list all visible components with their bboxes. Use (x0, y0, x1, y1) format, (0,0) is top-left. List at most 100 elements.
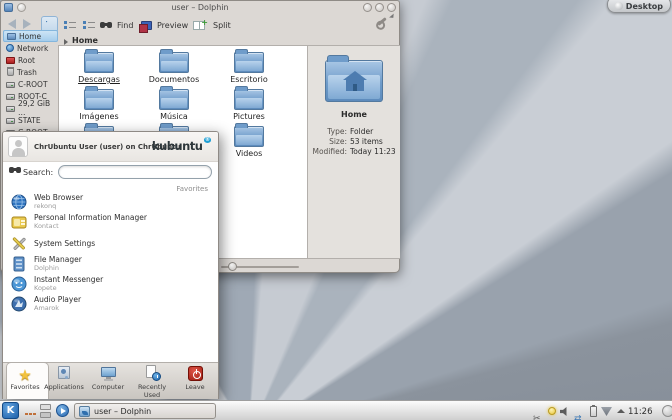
tab-computer[interactable]: Computer (86, 365, 130, 391)
folder-item[interactable]: Música (138, 85, 210, 121)
search-input[interactable] (58, 165, 212, 179)
search-label: Search: (23, 168, 53, 177)
place-trash[interactable]: Trash (3, 66, 58, 78)
root-folder-icon (6, 57, 15, 64)
menu-item-audio-player[interactable]: Audio Player Amarok (3, 295, 218, 315)
folder-item[interactable]: Videos (213, 122, 285, 158)
folder-label: Videos (213, 149, 285, 158)
task-label: user – Dolphin (94, 407, 151, 416)
klipper-scissors-icon[interactable]: ✂ (533, 406, 544, 417)
wifi-icon[interactable] (601, 406, 612, 417)
zoom-slider-knob[interactable] (228, 262, 237, 271)
favorites-section-label: Favorites (176, 185, 208, 193)
desktop-toolbox-button[interactable]: Desktop (607, 0, 671, 13)
clock[interactable]: 11:26 (628, 407, 653, 417)
menu-item-subtitle: Kontact (34, 222, 59, 230)
folder-label: Música (138, 112, 210, 121)
drive-icon (6, 82, 15, 88)
house-icon (343, 71, 367, 91)
desktop-pager[interactable] (40, 404, 51, 418)
info-label: Size: (308, 137, 350, 146)
pager-desktop-1[interactable] (40, 404, 51, 410)
folder-item[interactable]: Pictures (213, 85, 285, 121)
icons-view-icon (46, 21, 49, 24)
folder-icon (159, 52, 189, 73)
pager-desktop-2[interactable] (40, 412, 51, 418)
places-panel: Home Network Root Trash C-ROOT ROOT-C 29… (3, 30, 58, 138)
network-icon (6, 44, 14, 52)
kubuntu-logo-text: kubuntu (152, 139, 203, 153)
tab-leave[interactable]: Leave (173, 365, 217, 391)
home-big-folder-icon (325, 60, 383, 102)
tab-applications[interactable]: Applications (42, 365, 86, 391)
titlebar[interactable]: user – Dolphin (1, 1, 399, 14)
breadcrumb[interactable]: Home (72, 36, 98, 45)
info-row-modified: Modified: Today 11:23 (308, 147, 400, 156)
network-transfer-icon[interactable]: ⇄ (574, 406, 585, 417)
info-value: Folder (350, 127, 373, 136)
preview-button[interactable]: Preview (157, 21, 188, 30)
folder-label: Descargas (63, 75, 135, 84)
panel-cashew-icon[interactable] (662, 405, 672, 417)
tray-expand-caret-icon[interactable] (615, 406, 626, 417)
split-icon[interactable] (193, 21, 205, 30)
forward-icon[interactable] (23, 19, 31, 29)
place-c-root[interactable]: C-ROOT (3, 78, 58, 90)
menu-item-system-settings[interactable]: System Settings (3, 235, 218, 255)
folder-label: Escritorio (213, 75, 285, 84)
place-label: Network (17, 44, 48, 53)
drive-icon (6, 106, 15, 112)
tab-favorites[interactable]: ★ Favorites (3, 365, 47, 391)
menu-item-pim[interactable]: Personal Information Manager Kontact (3, 213, 218, 233)
place-home[interactable]: Home (3, 30, 58, 42)
compact-view-button[interactable] (79, 16, 96, 33)
details-view-icon (64, 21, 67, 24)
close-button[interactable] (387, 3, 396, 12)
volume-speaker-icon[interactable] (560, 406, 571, 417)
folder-item[interactable]: Escritorio (213, 48, 285, 84)
maximize-button[interactable] (375, 3, 384, 12)
menu-item-file-manager[interactable]: File Manager Dolphin (3, 255, 218, 275)
find-button[interactable]: Find (117, 21, 133, 30)
folder-icon (234, 126, 264, 147)
back-icon[interactable] (8, 19, 16, 29)
find-icon[interactable] (100, 22, 105, 28)
tab-recently-used[interactable]: Recently Used (130, 365, 174, 399)
folder-item[interactable]: Documentos (138, 48, 210, 84)
folder-label: Documentos (138, 75, 210, 84)
battery-icon[interactable] (588, 406, 599, 417)
drive-icon (6, 118, 15, 124)
kickoff-launcher-button[interactable]: K (2, 402, 19, 419)
minimize-button[interactable] (363, 3, 372, 12)
details-view-button[interactable] (60, 16, 77, 33)
place-state[interactable]: STATE (3, 114, 58, 126)
split-button[interactable]: Split (213, 21, 231, 30)
search-binoculars-icon (9, 167, 14, 173)
quick-launch-icon[interactable] (56, 404, 69, 417)
window-title: user – Dolphin (1, 3, 399, 12)
menu-item-instant-messenger[interactable]: Instant Messenger Kopete (3, 275, 218, 295)
info-row-type: Type: Folder (308, 127, 400, 136)
kickoff-menu: ChrUbuntu User (user) on ChrUbuntu kubun… (2, 131, 219, 399)
home-folder-icon (7, 33, 16, 40)
place-root[interactable]: Root (3, 54, 58, 66)
star-icon: ★ (18, 366, 31, 384)
task-button-dolphin[interactable]: user – Dolphin (74, 403, 216, 419)
place-network[interactable]: Network (3, 42, 58, 54)
menu-item-title: Web Browser (34, 193, 83, 202)
menu-item-subtitle: Amarok (34, 304, 59, 312)
notifications-bulb-icon[interactable] (547, 406, 558, 417)
tab-label: Leave (173, 383, 217, 391)
preview-icon[interactable] (141, 21, 152, 30)
show-desktop-icon[interactable] (25, 413, 28, 415)
menu-item-title: System Settings (34, 239, 95, 248)
menu-item-subtitle: rekonq (34, 202, 56, 210)
settings-wrench-icon[interactable] (377, 17, 387, 26)
folder-item[interactable]: Imágenes (63, 85, 135, 121)
place-volume[interactable]: 29,2 GiB … (3, 102, 58, 114)
place-label: Root (18, 56, 35, 65)
menu-item-web-browser[interactable]: Web Browser rekonq (3, 193, 218, 213)
toolbox-label: Desktop (626, 2, 663, 11)
folder-item[interactable]: Descargas (63, 48, 135, 84)
place-label: C-ROOT (18, 80, 48, 89)
